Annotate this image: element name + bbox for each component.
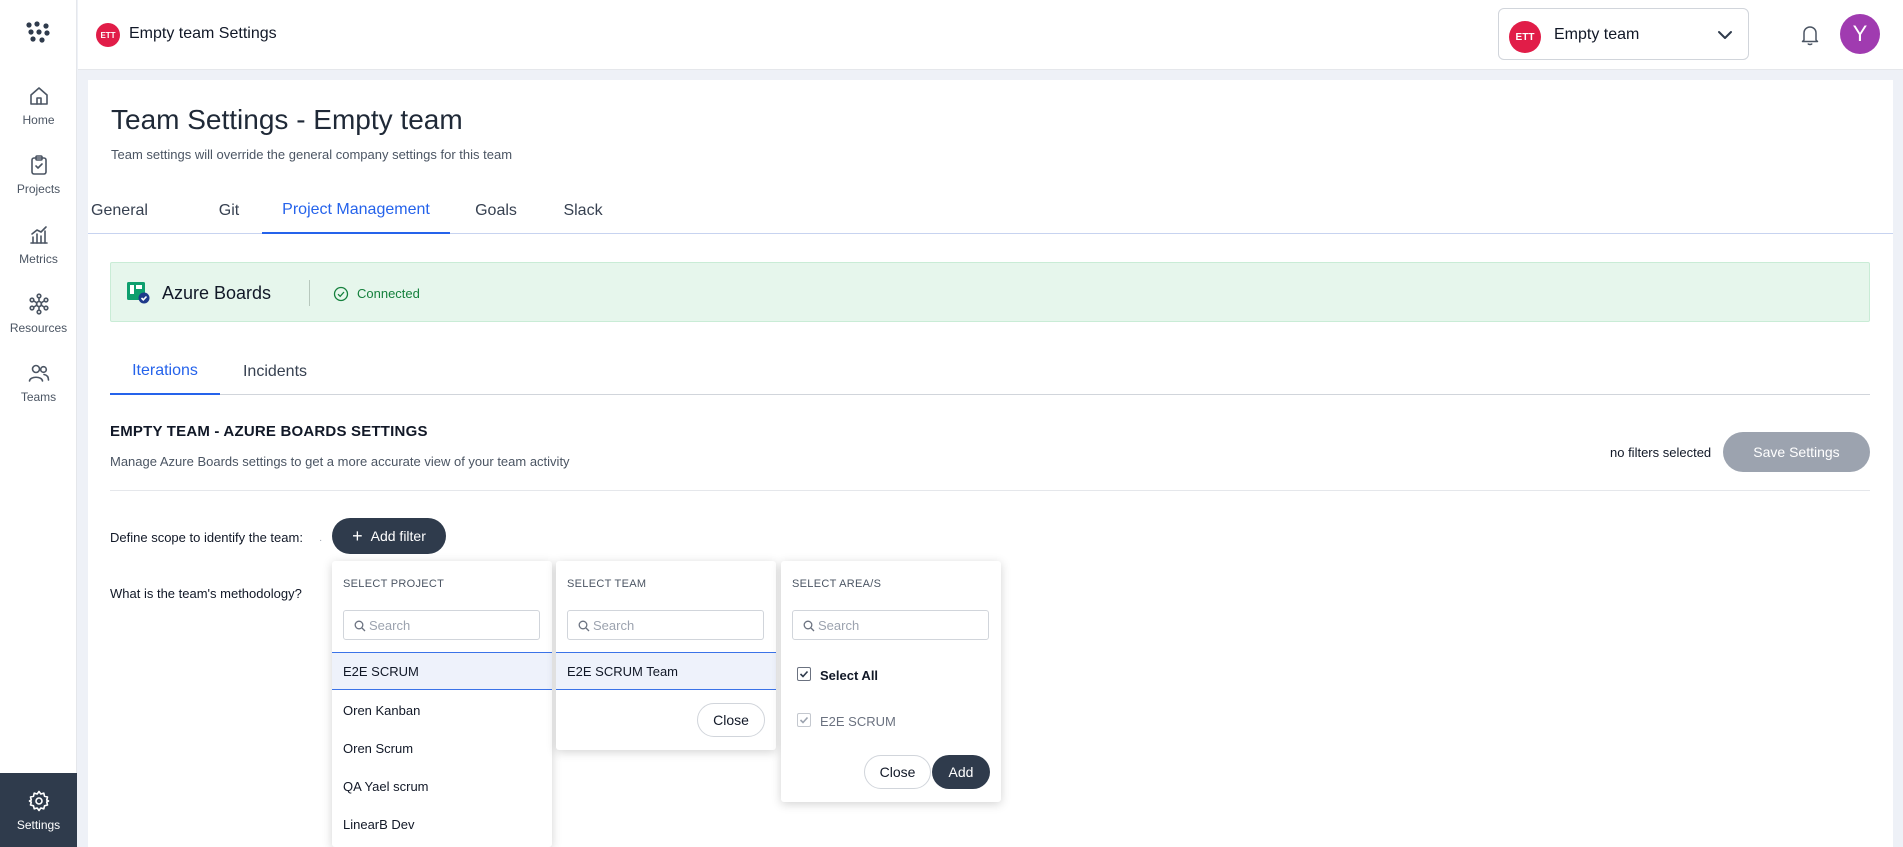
select-all-checkbox[interactable] [797,667,811,681]
search-icon [354,620,366,632]
nav-home-label: Home [22,112,55,127]
select-project-panel: SELECT PROJECT E2E SCRUM Oren Kanban Ore… [332,561,552,847]
bell-icon[interactable] [1800,24,1820,46]
methodology-label: What is the team's methodology? [110,586,302,601]
checkmark-icon [799,716,809,724]
area-search-input[interactable] [818,615,983,635]
user-avatar[interactable]: Y [1840,14,1880,54]
network-icon [28,292,49,315]
area-close-button[interactable]: Close [864,755,931,789]
area-search-box [792,610,989,640]
team-search-input[interactable] [593,615,758,635]
banner-divider [309,280,310,306]
integration-name: Azure Boards [162,283,272,303]
nav-projects[interactable]: Projects [0,143,77,205]
home-icon [29,86,48,105]
settings-tabs: General Git Project Management Goals Sla… [88,188,1893,234]
nav-metrics-label: Metrics [19,251,58,266]
team-close-button[interactable]: Close [697,703,765,737]
nav-projects-label: Projects [16,181,61,196]
page-title: Team Settings - Empty team [111,104,463,135]
team-badge: ETT [96,23,120,47]
tab-git[interactable]: Git [214,188,244,234]
plus-icon: + [352,526,363,546]
section-divider [110,490,1870,491]
select-all-label: Select All [820,668,879,683]
search-icon [803,620,815,632]
team-selector[interactable]: ETT Empty team [1498,8,1749,60]
team-search-box [567,610,764,640]
sub-tabs: Iterations Incidents [110,348,1870,395]
connection-status: Connected [357,286,420,301]
tab-general[interactable]: General [88,188,148,234]
project-option[interactable]: QA Yael scrum [332,767,552,805]
bar-chart-icon [29,225,48,244]
team-selector-label: Empty team [1554,26,1640,43]
page-subtitle: Team settings will override the general … [111,147,513,162]
search-icon [578,620,590,632]
scope-dot: · [319,535,323,546]
select-team-panel: SELECT TEAM E2E SCRUM Team Close [556,561,776,750]
nav-home[interactable]: Home [0,74,77,136]
area-add-button[interactable]: Add [932,755,990,789]
area-option-label: E2E SCRUM [820,714,896,729]
project-option[interactable]: Oren Scrum [332,729,552,767]
project-search-input[interactable] [369,615,534,635]
save-settings-button[interactable]: Save Settings [1723,432,1870,472]
chevron-down-icon [1718,31,1732,39]
tab-goals[interactable]: Goals [474,188,518,234]
subtab-incidents[interactable]: Incidents [240,348,310,395]
team-selector-badge: ETT [1509,21,1541,53]
project-option[interactable]: E2E SCRUM [332,652,552,690]
scope-label: Define scope to identify the team: [110,530,303,545]
check-circle-icon [333,286,349,302]
clipboard-icon [30,154,47,175]
integration-banner: Azure Boards Connected [110,262,1870,322]
filters-status: no filters selected [1610,445,1712,460]
nav-teams[interactable]: Teams [0,351,77,413]
subtab-iterations[interactable]: Iterations [110,348,220,395]
top-title: Empty team Settings [129,25,277,42]
top-bar: ETT Empty team Settings ETT Empty team Y [78,0,1903,70]
people-icon [28,364,49,382]
left-rail: Home Projects Metrics Resources Teams Se… [0,0,77,847]
section-subtitle: Manage Azure Boards settings to get a mo… [110,454,570,469]
section-title: EMPTY TEAM - AZURE BOARDS SETTINGS [110,423,428,440]
nav-settings[interactable]: Settings [0,773,77,847]
nav-teams-label: Teams [20,389,57,404]
team-option[interactable]: E2E SCRUM Team [556,652,776,690]
project-option[interactable]: Oren Kanban [332,691,552,729]
add-filter-label: Add filter [370,528,426,544]
nav-metrics[interactable]: Metrics [0,213,77,275]
nav-resources-label: Resources [9,320,68,335]
project-option[interactable]: LinearB Dev [332,805,552,843]
linearb-logo-icon[interactable] [24,20,52,44]
gear-icon [28,790,49,811]
project-search-box [343,610,540,640]
select-area-panel: SELECT AREA/S Select All E2E SCRUM Close… [781,561,1001,802]
area-checkbox[interactable] [797,713,811,727]
azure-boards-icon [127,282,150,304]
tab-project-management[interactable]: Project Management [262,188,450,234]
nav-settings-label: Settings [16,817,61,832]
select-team-title: SELECT TEAM [567,578,647,590]
add-filter-button[interactable]: + Add filter [332,518,446,554]
select-area-title: SELECT AREA/S [792,578,882,590]
checkmark-icon [799,670,809,678]
select-project-title: SELECT PROJECT [343,578,445,590]
nav-resources[interactable]: Resources [0,282,77,344]
tab-slack[interactable]: Slack [562,188,604,234]
